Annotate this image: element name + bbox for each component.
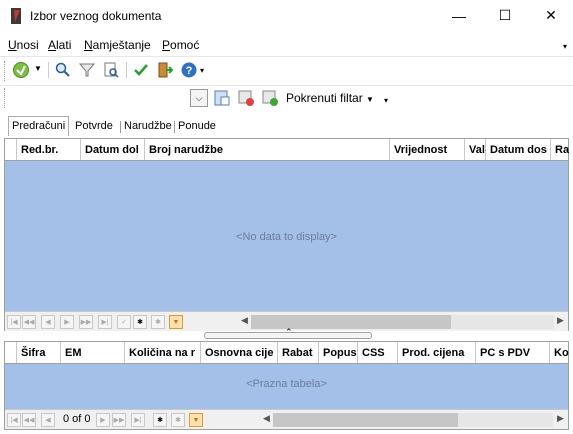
column-header[interactable]: Osnovna cije [202, 342, 278, 363]
scroll-right-icon[interactable]: ▶ [557, 315, 564, 326]
scroll-left-icon[interactable]: ◀ [241, 315, 248, 326]
column-header[interactable]: Količina na r [126, 342, 201, 363]
chevron-down-icon[interactable]: ▼ [34, 64, 42, 73]
nav-prev-icon[interactable]: ◀ [41, 413, 55, 427]
nav-prev-page-icon[interactable]: ◀◀ [22, 315, 36, 329]
maximize-button[interactable]: ☐ [482, 0, 528, 31]
empty-message: <Prazna tabela> [246, 378, 327, 390]
column-header[interactable]: Red.br. [18, 139, 81, 160]
append-icon[interactable]: ✱ [153, 413, 167, 427]
filter-toolbar: ⌵ Pokrenuti filtar ▼ ▾ [0, 85, 573, 111]
nav-next-page-icon[interactable]: ▶▶ [79, 315, 93, 329]
run-filter-button[interactable]: Pokrenuti filtar ▼ [286, 91, 374, 105]
nav-prev-page-icon[interactable]: ◀◀ [22, 413, 36, 427]
edit-icon[interactable]: ✓ [117, 315, 131, 329]
add-filter-icon[interactable] [261, 89, 279, 107]
column-header[interactable]: CSS [359, 342, 398, 363]
scroll-left-icon[interactable]: ◀ [263, 413, 270, 424]
toolbar-overflow-icon[interactable]: ▾ [384, 96, 388, 105]
filter-icon[interactable] [78, 61, 96, 79]
save-filter-icon[interactable] [213, 89, 231, 107]
items-grid[interactable]: Šifra EM Količina na r Osnovna cije Raba… [4, 341, 569, 430]
main-toolbar: ▼ ? ▾ [0, 56, 573, 84]
scrollbar-thumb[interactable] [251, 315, 451, 329]
column-header[interactable]: Vrijednost [391, 139, 465, 160]
nav-next-icon[interactable]: ▶ [96, 413, 110, 427]
column-header[interactable]: Broj narudžbe [146, 139, 390, 160]
chevron-down-icon: ▼ [366, 95, 374, 104]
title-bar: Izbor veznog dokumenta — ☐ ✕ [0, 0, 573, 32]
nav-last-icon[interactable]: ▶| [98, 315, 112, 329]
window-title: Izbor veznog dokumenta [30, 9, 162, 23]
filter-icon[interactable]: ▼ [189, 413, 203, 427]
scrollbar-thumb[interactable] [273, 413, 458, 427]
tab-potvrde[interactable]: Potvrde [72, 118, 116, 136]
grid-navigator: |◀ ◀◀ ◀ 0 of 0 ▶ ▶▶ ▶| ✱ ✱ ▼ ◀ ▶ [5, 409, 568, 429]
toolbar-separator [126, 62, 127, 78]
column-header[interactable]: Prod. cijena [399, 342, 476, 363]
clear-icon[interactable]: ✱ [171, 413, 185, 427]
nav-next-icon[interactable]: ▶ [60, 315, 74, 329]
exit-door-icon[interactable] [156, 61, 174, 79]
chevron-down-icon[interactable]: ▾ [200, 66, 204, 75]
column-header[interactable]: Ra [552, 139, 569, 160]
grid-header: Šifra EM Količina na r Osnovna cije Raba… [5, 342, 569, 364]
search-icon[interactable] [54, 61, 72, 79]
tab-ponude[interactable]: Ponude [175, 118, 219, 136]
check-icon[interactable] [132, 61, 150, 79]
scroll-right-icon[interactable]: ▶ [557, 413, 564, 424]
toolbar-grip[interactable] [4, 61, 6, 81]
toolbar-grip[interactable] [4, 88, 6, 108]
menu-unosi[interactable]: Unosi [8, 38, 39, 52]
tab-narudzbe[interactable]: Narudžbe [121, 118, 175, 136]
filter-icon[interactable]: ▼ [169, 315, 183, 329]
column-header[interactable]: Datum dol [82, 139, 145, 160]
delete-filter-icon[interactable] [237, 89, 255, 107]
menu-bar: Unosi Alati Namještanje Pomoć ▾ [0, 34, 573, 54]
column-header[interactable]: Val [466, 139, 486, 160]
panel-splitter[interactable]: ⌃ [204, 327, 372, 339]
clear-icon[interactable]: ✱ [151, 315, 165, 329]
toolbar-separator [48, 62, 49, 78]
app-icon [11, 8, 21, 24]
menu-alati[interactable]: Alati [48, 38, 71, 52]
menu-overflow-icon[interactable]: ▾ [563, 42, 567, 51]
go-icon[interactable] [12, 61, 30, 79]
column-header[interactable]: PC s PDV [477, 342, 550, 363]
column-header[interactable]: Šifra [18, 342, 61, 363]
help-icon[interactable]: ? [180, 61, 198, 79]
nav-next-page-icon[interactable]: ▶▶ [112, 413, 126, 427]
nav-prev-icon[interactable]: ◀ [41, 315, 55, 329]
menu-pomoc[interactable]: Pomoć [162, 38, 199, 52]
column-header[interactable]: Datum dos [487, 139, 551, 160]
nav-first-icon[interactable]: |◀ [7, 315, 21, 329]
column-header[interactable]: Popus [320, 342, 358, 363]
menu-namjestanje[interactable]: Namještanje [84, 38, 151, 52]
append-icon[interactable]: ✱ [133, 315, 147, 329]
nav-first-icon[interactable]: |◀ [7, 413, 21, 427]
column-header[interactable]: Rabat [279, 342, 319, 363]
column-header[interactable]: EM [62, 342, 125, 363]
document-search-icon[interactable] [102, 61, 120, 79]
nav-last-icon[interactable]: ▶| [131, 413, 145, 427]
column-header[interactable]: Ko [551, 342, 569, 363]
page-info: 0 of 0 [63, 413, 91, 425]
close-button[interactable]: ✕ [528, 0, 573, 31]
grid-header: Red.br. Datum dol Broj narudžbe Vrijedno… [5, 139, 569, 161]
grid-indicator-column [5, 342, 17, 363]
minimize-button[interactable]: — [436, 0, 482, 31]
svg-text:?: ? [186, 65, 193, 77]
grid-indicator-column [5, 139, 17, 160]
tab-predracuni[interactable]: Predračuni [8, 116, 70, 136]
empty-message: <No data to display> [236, 231, 337, 243]
dropdown-button[interactable]: ⌵ [190, 89, 208, 107]
documents-grid[interactable]: Red.br. Datum dol Broj narudžbe Vrijedno… [4, 138, 569, 331]
chevron-up-icon[interactable]: ⌃ [285, 327, 293, 338]
